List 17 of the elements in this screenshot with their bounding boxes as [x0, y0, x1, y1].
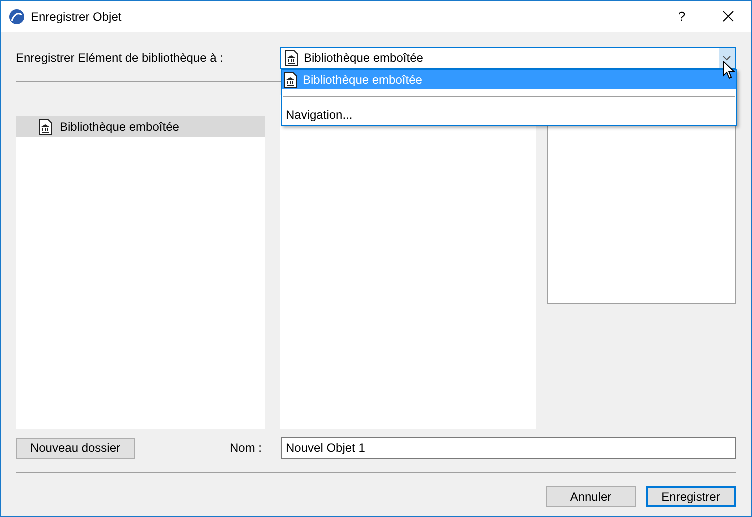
- library-file-icon: [285, 50, 298, 66]
- new-folder-button[interactable]: Nouveau dossier: [16, 438, 135, 458]
- library-file-icon: [39, 118, 52, 134]
- dialog-button[interactable]: Annuler: [546, 486, 636, 507]
- app-logo-icon: [9, 8, 25, 24]
- chevron-down-icon: [723, 56, 731, 60]
- library-file-icon: [284, 72, 297, 88]
- dialog-button[interactable]: Enregistrer: [646, 486, 736, 507]
- close-icon: [722, 11, 734, 22]
- name-label: Nom :: [230, 440, 264, 457]
- window-title: Enregistrer Objet: [31, 8, 122, 26]
- destination-label: Enregistrer Elément de bibliothèque à :: [16, 50, 224, 67]
- folder-item[interactable]: Bibliothèque emboîtée: [16, 116, 265, 137]
- destination-select[interactable]: Bibliothèque emboîtée: [280, 47, 736, 69]
- name-field[interactable]: Nouvel Objet 1: [281, 437, 736, 459]
- dropdown-option[interactable]: Navigation...: [282, 104, 736, 125]
- help-button[interactable]: ?: [659, 1, 705, 32]
